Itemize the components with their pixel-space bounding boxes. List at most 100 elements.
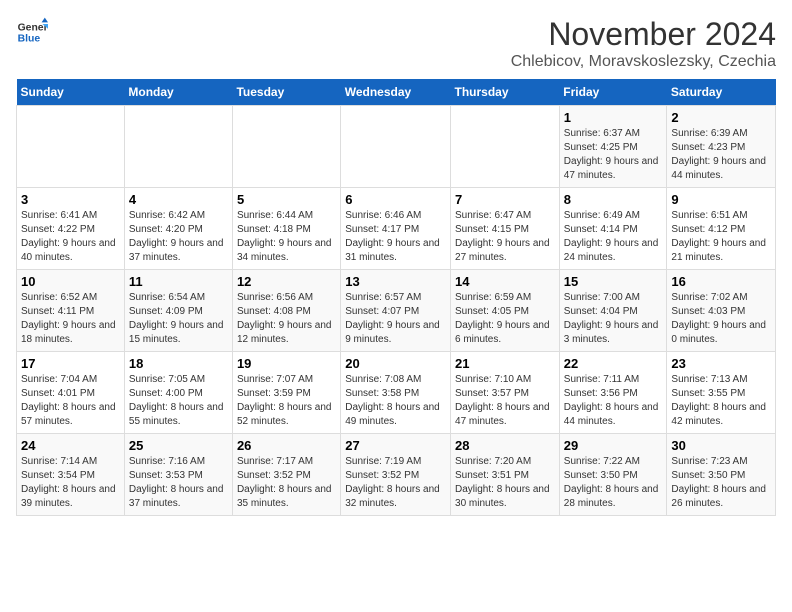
day-info: Sunrise: 6:52 AM Sunset: 4:11 PM Dayligh… xyxy=(21,291,120,347)
day-info: Sunrise: 7:07 AM Sunset: 3:59 PM Dayligh… xyxy=(237,373,336,429)
day-cell: 6 Sunrise: 6:46 AM Sunset: 4:17 PM Daylig… xyxy=(341,188,451,270)
month-title: November 2024 xyxy=(511,16,776,53)
day-number: 1 xyxy=(564,110,663,125)
day-info: Sunrise: 6:54 AM Sunset: 4:09 PM Dayligh… xyxy=(129,291,228,347)
day-cell: 8 Sunrise: 6:49 AM Sunset: 4:14 PM Daylig… xyxy=(559,188,667,270)
day-info: Sunrise: 6:41 AM Sunset: 4:22 PM Dayligh… xyxy=(21,209,120,265)
weekday-header-friday: Friday xyxy=(559,79,667,106)
day-info: Sunrise: 7:00 AM Sunset: 4:04 PM Dayligh… xyxy=(564,291,663,347)
day-info: Sunrise: 6:39 AM Sunset: 4:23 PM Dayligh… xyxy=(671,127,771,183)
weekday-header-tuesday: Tuesday xyxy=(232,79,340,106)
day-cell: 9Sunrise: 6:51 AM Sunset: 4:12 PM Daylig… xyxy=(667,188,776,270)
weekday-header-wednesday: Wednesday xyxy=(341,79,451,106)
week-row-3: 17 Sunrise: 7:04 AM Sunset: 4:01 PM Dayli… xyxy=(17,352,776,434)
day-info: Sunrise: 7:02 AM Sunset: 4:03 PM Dayligh… xyxy=(671,291,771,347)
day-cell: 17 Sunrise: 7:04 AM Sunset: 4:01 PM Dayli… xyxy=(17,352,125,434)
day-info: Sunrise: 6:49 AM Sunset: 4:14 PM Dayligh… xyxy=(564,209,663,265)
day-cell xyxy=(17,106,125,188)
day-cell: 12 Sunrise: 6:56 AM Sunset: 4:08 PM Dayli… xyxy=(232,270,340,352)
day-info: Sunrise: 7:14 AM Sunset: 3:54 PM Dayligh… xyxy=(21,455,120,511)
day-number: 5 xyxy=(237,192,336,207)
day-cell: 2Sunrise: 6:39 AM Sunset: 4:23 PM Daylig… xyxy=(667,106,776,188)
day-cell: 13Sunrise: 6:57 AM Sunset: 4:07 PM Dayli… xyxy=(341,270,451,352)
day-number: 8 xyxy=(564,192,663,207)
day-cell xyxy=(451,106,560,188)
day-cell: 1Sunrise: 6:37 AM Sunset: 4:25 PM Daylig… xyxy=(559,106,667,188)
day-info: Sunrise: 6:46 AM Sunset: 4:17 PM Dayligh… xyxy=(345,209,446,265)
day-info: Sunrise: 7:11 AM Sunset: 3:56 PM Dayligh… xyxy=(564,373,663,429)
day-info: Sunrise: 6:59 AM Sunset: 4:05 PM Dayligh… xyxy=(455,291,555,347)
day-info: Sunrise: 7:22 AM Sunset: 3:50 PM Dayligh… xyxy=(564,455,663,511)
day-number: 17 xyxy=(21,356,120,371)
day-cell: 20Sunrise: 7:08 AM Sunset: 3:58 PM Dayli… xyxy=(341,352,451,434)
day-cell: 3 Sunrise: 6:41 AM Sunset: 4:22 PM Daylig… xyxy=(17,188,125,270)
logo-icon: General Blue xyxy=(16,16,48,48)
day-number: 18 xyxy=(129,356,228,371)
day-number: 6 xyxy=(345,192,446,207)
logo: General Blue xyxy=(16,16,48,48)
day-info: Sunrise: 6:57 AM Sunset: 4:07 PM Dayligh… xyxy=(345,291,446,347)
day-cell: 4 Sunrise: 6:42 AM Sunset: 4:20 PM Daylig… xyxy=(124,188,232,270)
day-number: 10 xyxy=(21,274,120,289)
day-number: 3 xyxy=(21,192,120,207)
day-info: Sunrise: 7:13 AM Sunset: 3:55 PM Dayligh… xyxy=(671,373,771,429)
day-info: Sunrise: 6:51 AM Sunset: 4:12 PM Dayligh… xyxy=(671,209,771,265)
day-info: Sunrise: 7:19 AM Sunset: 3:52 PM Dayligh… xyxy=(345,455,446,511)
day-cell: 14 Sunrise: 6:59 AM Sunset: 4:05 PM Dayli… xyxy=(451,270,560,352)
day-cell: 21Sunrise: 7:10 AM Sunset: 3:57 PM Dayli… xyxy=(451,352,560,434)
day-info: Sunrise: 7:16 AM Sunset: 3:53 PM Dayligh… xyxy=(129,455,228,511)
week-row-4: 24 Sunrise: 7:14 AM Sunset: 3:54 PM Dayli… xyxy=(17,434,776,516)
day-number: 30 xyxy=(671,438,771,453)
day-cell: 22 Sunrise: 7:11 AM Sunset: 3:56 PM Dayli… xyxy=(559,352,667,434)
day-cell: 10 Sunrise: 6:52 AM Sunset: 4:11 PM Dayli… xyxy=(17,270,125,352)
weekday-header-sunday: Sunday xyxy=(17,79,125,106)
calendar-table: SundayMondayTuesdayWednesdayThursdayFrid… xyxy=(16,79,776,516)
location-title: Chlebicov, Moravskoslezsky, Czechia xyxy=(511,53,776,71)
day-number: 21 xyxy=(455,356,555,371)
day-number: 7 xyxy=(455,192,555,207)
day-info: Sunrise: 7:04 AM Sunset: 4:01 PM Dayligh… xyxy=(21,373,120,429)
day-cell: 24 Sunrise: 7:14 AM Sunset: 3:54 PM Dayli… xyxy=(17,434,125,516)
day-cell: 19 Sunrise: 7:07 AM Sunset: 3:59 PM Dayli… xyxy=(232,352,340,434)
day-info: Sunrise: 6:47 AM Sunset: 4:15 PM Dayligh… xyxy=(455,209,555,265)
day-cell: 15 Sunrise: 7:00 AM Sunset: 4:04 PM Dayli… xyxy=(559,270,667,352)
day-number: 29 xyxy=(564,438,663,453)
day-info: Sunrise: 6:44 AM Sunset: 4:18 PM Dayligh… xyxy=(237,209,336,265)
day-number: 24 xyxy=(21,438,120,453)
day-cell xyxy=(341,106,451,188)
day-number: 25 xyxy=(129,438,228,453)
day-info: Sunrise: 7:20 AM Sunset: 3:51 PM Dayligh… xyxy=(455,455,555,511)
day-number: 23 xyxy=(671,356,771,371)
day-cell: 30Sunrise: 7:23 AM Sunset: 3:50 PM Dayli… xyxy=(667,434,776,516)
weekday-header-row: SundayMondayTuesdayWednesdayThursdayFrid… xyxy=(17,79,776,106)
day-info: Sunrise: 7:08 AM Sunset: 3:58 PM Dayligh… xyxy=(345,373,446,429)
day-info: Sunrise: 7:05 AM Sunset: 4:00 PM Dayligh… xyxy=(129,373,228,429)
day-cell xyxy=(232,106,340,188)
day-cell: 27 Sunrise: 7:19 AM Sunset: 3:52 PM Dayli… xyxy=(341,434,451,516)
day-number: 14 xyxy=(455,274,555,289)
day-number: 28 xyxy=(455,438,555,453)
week-row-0: 1Sunrise: 6:37 AM Sunset: 4:25 PM Daylig… xyxy=(17,106,776,188)
day-cell: 11 Sunrise: 6:54 AM Sunset: 4:09 PM Dayli… xyxy=(124,270,232,352)
day-number: 26 xyxy=(237,438,336,453)
day-cell: 16 Sunrise: 7:02 AM Sunset: 4:03 PM Dayli… xyxy=(667,270,776,352)
day-number: 16 xyxy=(671,274,771,289)
weekday-header-monday: Monday xyxy=(124,79,232,106)
day-number: 4 xyxy=(129,192,228,207)
day-cell: 18 Sunrise: 7:05 AM Sunset: 4:00 PM Dayli… xyxy=(124,352,232,434)
day-cell: 7 Sunrise: 6:47 AM Sunset: 4:15 PM Daylig… xyxy=(451,188,560,270)
title-area: November 2024 Chlebicov, Moravskoslezsky… xyxy=(511,16,776,71)
day-number: 15 xyxy=(564,274,663,289)
weekday-header-saturday: Saturday xyxy=(667,79,776,106)
day-number: 22 xyxy=(564,356,663,371)
day-cell: 25 Sunrise: 7:16 AM Sunset: 3:53 PM Dayli… xyxy=(124,434,232,516)
day-number: 12 xyxy=(237,274,336,289)
day-cell: 26Sunrise: 7:17 AM Sunset: 3:52 PM Dayli… xyxy=(232,434,340,516)
day-info: Sunrise: 6:42 AM Sunset: 4:20 PM Dayligh… xyxy=(129,209,228,265)
day-cell xyxy=(124,106,232,188)
day-number: 27 xyxy=(345,438,446,453)
day-number: 19 xyxy=(237,356,336,371)
day-number: 11 xyxy=(129,274,228,289)
day-info: Sunrise: 6:56 AM Sunset: 4:08 PM Dayligh… xyxy=(237,291,336,347)
header: General Blue November 2024 Chlebicov, Mo… xyxy=(16,16,776,71)
